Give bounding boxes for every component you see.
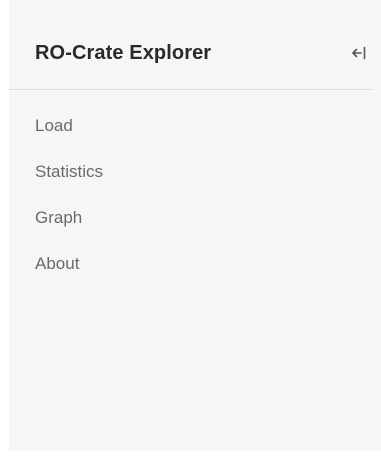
app-title: RO-Crate Explorer	[35, 42, 212, 64]
collapse-left-icon	[352, 46, 366, 60]
sidebar-item-load[interactable]: Load	[35, 110, 103, 156]
sidebar-item-graph[interactable]: Graph	[35, 202, 103, 248]
sidebar-item-about[interactable]: About	[35, 248, 103, 294]
collapse-sidebar-button[interactable]	[347, 40, 371, 66]
sidebar: RO-Crate Explorer Load Statistics Graph …	[9, 0, 381, 451]
sidebar-item-statistics[interactable]: Statistics	[35, 156, 103, 202]
sidebar-header: RO-Crate Explorer	[9, 0, 373, 90]
sidebar-nav: Load Statistics Graph About	[35, 110, 103, 294]
